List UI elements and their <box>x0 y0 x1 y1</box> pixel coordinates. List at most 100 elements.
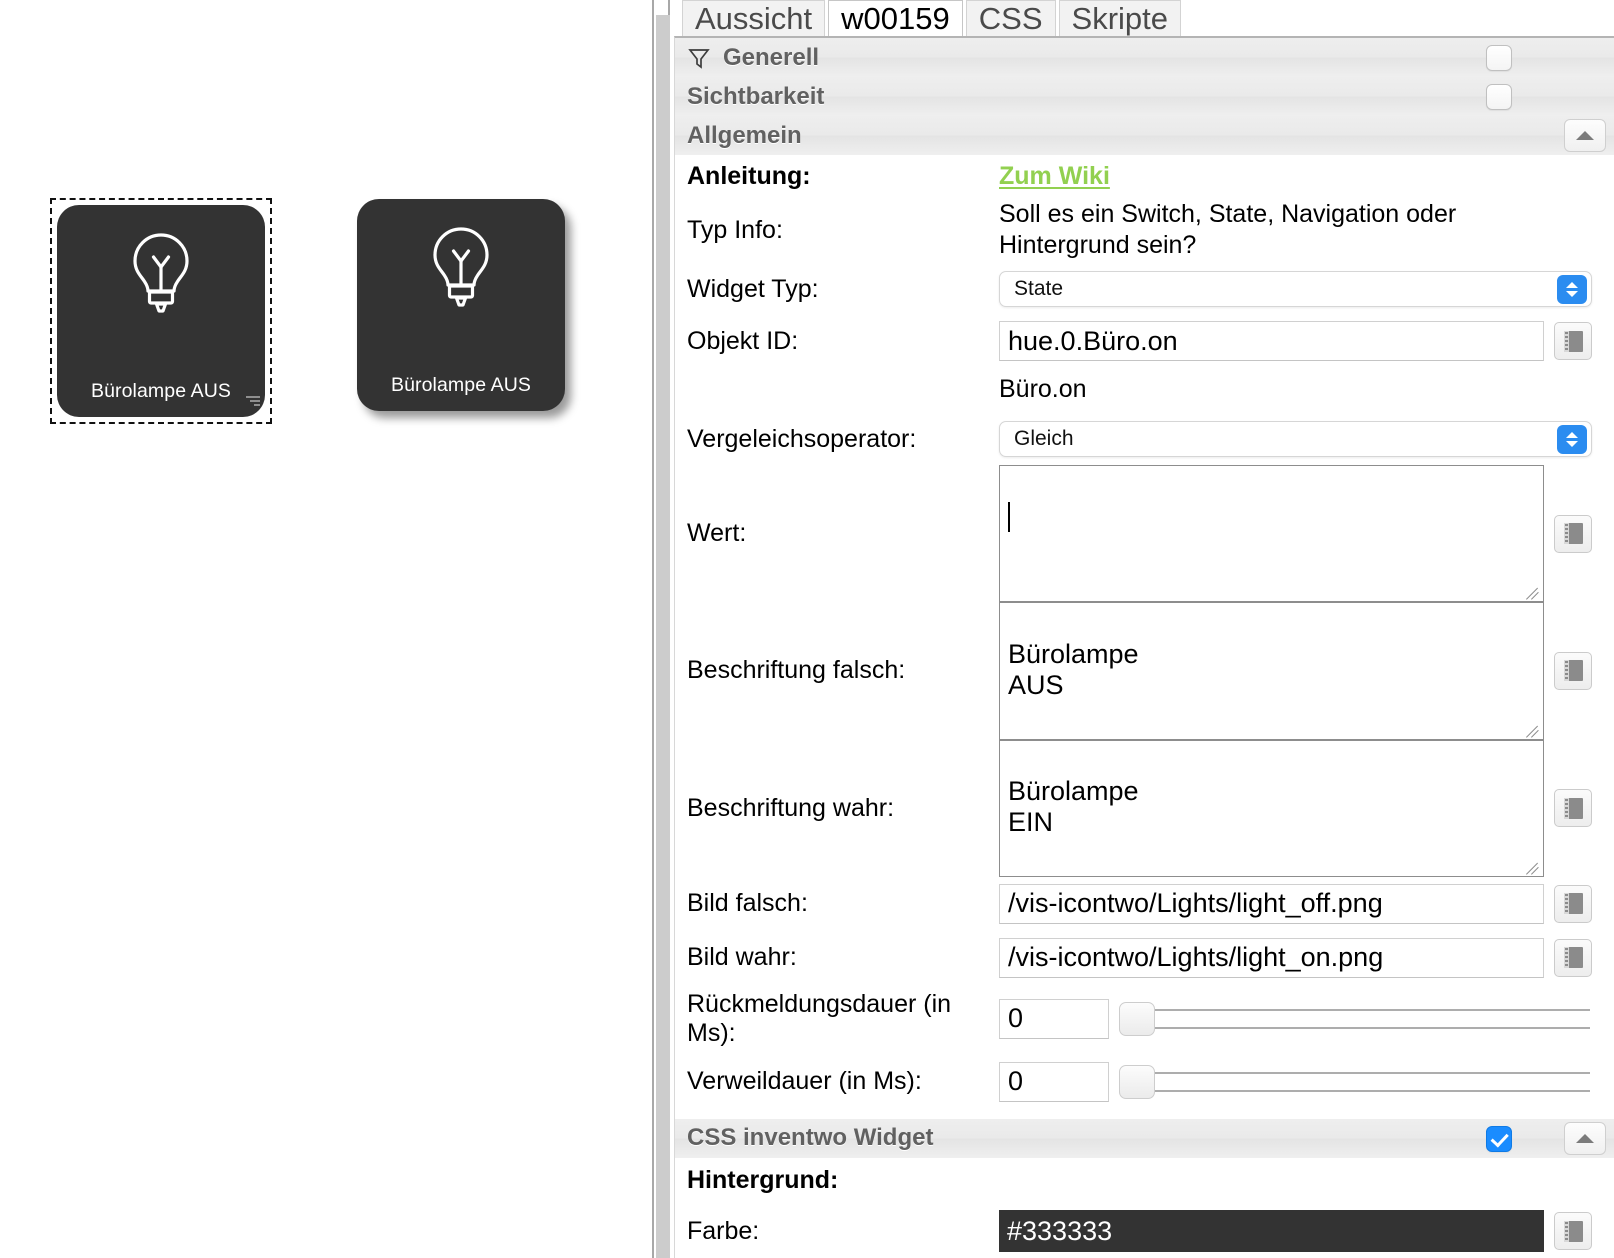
object-browser-icon <box>1563 947 1583 969</box>
lightbulb-icon <box>57 231 265 317</box>
beschriftung-falsch-browse-button[interactable] <box>1554 651 1592 690</box>
row-anleitung: Anleitung: Zum Wiki <box>675 155 1614 197</box>
widget-typ-select[interactable]: State <box>999 271 1592 307</box>
section-title: Allgemein <box>687 121 802 149</box>
row-farbe: Farbe: #333333 <box>675 1204 1614 1258</box>
funnel-icon <box>687 46 711 70</box>
object-browser-icon <box>1563 1220 1583 1242</box>
wert-browse-button[interactable] <box>1554 514 1592 553</box>
row-rueckmeldungsdauer: Rückmeldungsdauer (in Ms): 0 <box>675 985 1614 1053</box>
chevron-up-icon[interactable] <box>1564 119 1606 152</box>
bild-falsch-browse-button[interactable] <box>1554 884 1592 923</box>
row-objekt-id: Objekt ID: hue.0.Büro.on <box>675 315 1614 367</box>
label-anleitung: Anleitung: <box>687 161 811 190</box>
textarea-resize-grip[interactable] <box>1526 860 1541 875</box>
resize-grip[interactable] <box>244 396 260 412</box>
label-bild-wahr: Bild wahr: <box>687 943 797 972</box>
beschriftung-falsch-value: Bürolampe AUS <box>1008 638 1139 700</box>
css-inventwo-checkbox[interactable] <box>1486 1125 1512 1152</box>
label-vergleichsoperator: Vergeleichsoperator: <box>687 424 917 453</box>
verweildauer-input[interactable]: 0 <box>999 1061 1109 1102</box>
farbe-input[interactable]: #333333 <box>999 1210 1544 1253</box>
object-browser-icon <box>1563 330 1583 352</box>
chevron-up-icon[interactable] <box>1564 1121 1606 1155</box>
vergleichsoperator-value: Gleich <box>1014 427 1074 450</box>
widget-typ-value: State <box>1014 277 1064 300</box>
widget-preview-selected[interactable]: Bürolampe AUS <box>50 198 272 424</box>
label-beschriftung-falsch: Beschriftung falsch: <box>687 656 906 685</box>
beschriftung-wahr-browse-button[interactable] <box>1554 789 1592 828</box>
widget-tile[interactable]: Bürolampe AUS <box>57 205 265 417</box>
label-objekt-id: Objekt ID: <box>687 326 799 355</box>
panel-body: Generell Sichtbarkeit Allgemein Anleitun… <box>674 36 1614 1258</box>
verweildauer-slider[interactable] <box>1119 1063 1590 1101</box>
label-typ-info: Typ Info: <box>687 215 783 244</box>
objekt-id-input[interactable]: hue.0.Büro.on <box>999 321 1544 361</box>
chevron-updown-icon[interactable] <box>1557 425 1587 454</box>
label-verweildauer: Verweildauer (in Ms): <box>687 1067 922 1096</box>
row-hintergrund: Hintergrund: <box>675 1158 1614 1204</box>
label-bild-falsch: Bild falsch: <box>687 889 808 918</box>
label-hintergrund: Hintergrund: <box>687 1166 839 1195</box>
slider-track[interactable] <box>1154 1008 1590 1029</box>
label-wert: Wert: <box>687 519 747 548</box>
scrollbar-thumb[interactable] <box>656 15 670 1258</box>
section-title: Sichtbarkeit <box>687 82 825 110</box>
widget-properties-panel: Aussicht w00159 CSS Skripte Generell Sic… <box>674 0 1614 1258</box>
row-bild-wahr: Bild wahr: /vis-icontwo/Lights/light_on.… <box>675 931 1614 985</box>
beschriftung-wahr-value: Bürolampe EIN <box>1008 775 1139 838</box>
farbe-browse-button[interactable] <box>1554 1212 1592 1251</box>
row-vergleichsoperator: Vergeleichsoperator: Gleich <box>675 413 1614 465</box>
row-typ-info: Typ Info: Soll es ein Switch, State, Nav… <box>675 197 1614 263</box>
row-verweildauer: Verweildauer (in Ms): 0 <box>675 1053 1614 1111</box>
row-wert: Wert: <box>675 465 1614 603</box>
tab-skripte[interactable]: Skripte <box>1058 0 1181 36</box>
object-browser-icon <box>1563 797 1583 819</box>
vertical-scrollbar[interactable] <box>652 0 670 1258</box>
generell-checkbox[interactable] <box>1486 45 1512 71</box>
tab-css[interactable]: CSS <box>965 0 1056 36</box>
bild-falsch-input[interactable]: /vis-icontwo/Lights/light_off.png <box>999 883 1544 924</box>
widget-label: Bürolampe AUS <box>90 380 232 402</box>
wert-textarea[interactable] <box>999 465 1544 603</box>
section-title: Generell <box>723 43 820 71</box>
slider-track[interactable] <box>1154 1071 1590 1092</box>
zum-wiki-link[interactable]: Zum Wiki <box>999 162 1110 191</box>
beschriftung-wahr-textarea[interactable]: Bürolampe EIN <box>999 739 1544 877</box>
sichtbarkeit-checkbox[interactable] <box>1486 84 1512 110</box>
label-widget-typ: Widget Typ: <box>687 274 819 303</box>
vergleichsoperator-select[interactable]: Gleich <box>999 421 1592 457</box>
typ-info-text: Soll es ein Switch, State, Navigation od… <box>999 199 1457 259</box>
tab-w00159[interactable]: w00159 <box>828 0 963 36</box>
rueckmeldungsdauer-input[interactable]: 0 <box>999 998 1109 1039</box>
row-widget-typ: Widget Typ: State <box>675 263 1614 315</box>
tab-aussicht[interactable]: Aussicht <box>682 0 826 36</box>
rueckmeldungsdauer-slider[interactable] <box>1119 1000 1590 1038</box>
object-browser-icon <box>1563 893 1583 915</box>
widget-preview-unselected[interactable]: Bürolampe AUS <box>357 199 565 411</box>
section-header-css-inventwo[interactable]: CSS inventwo Widget <box>675 1118 1614 1158</box>
slider-thumb[interactable] <box>1119 1001 1155 1036</box>
label-rueckmeldungsdauer: Rückmeldungsdauer (in Ms): <box>687 989 952 1047</box>
lightbulb-icon <box>357 225 565 311</box>
widget-tile[interactable]: Bürolampe AUS <box>357 199 565 411</box>
vis-canvas[interactable]: Bürolampe AUS Bürolampe AUS <box>0 0 640 1258</box>
widget-label: Bürolampe AUS <box>390 374 532 396</box>
section-header-generell[interactable]: Generell <box>675 38 1614 77</box>
textarea-resize-grip[interactable] <box>1526 585 1541 600</box>
text-caret <box>1008 502 1010 533</box>
section-header-allgemein[interactable]: Allgemein <box>675 116 1614 155</box>
row-objekt-id-resolved: Büro.on <box>675 367 1614 413</box>
objekt-id-browse-button[interactable] <box>1554 322 1592 360</box>
beschriftung-falsch-textarea[interactable]: Bürolampe AUS <box>999 602 1544 740</box>
row-beschriftung-falsch: Beschriftung falsch: Bürolampe AUS <box>675 602 1614 740</box>
textarea-resize-grip[interactable] <box>1526 723 1541 738</box>
bild-wahr-input[interactable]: /vis-icontwo/Lights/light_on.png <box>999 937 1544 978</box>
section-header-sichtbarkeit[interactable]: Sichtbarkeit <box>675 77 1614 116</box>
tab-bar: Aussicht w00159 CSS Skripte <box>674 0 1614 36</box>
bild-wahr-browse-button[interactable] <box>1554 938 1592 977</box>
slider-thumb[interactable] <box>1119 1064 1155 1099</box>
chevron-updown-icon[interactable] <box>1557 275 1587 304</box>
section-title: CSS inventwo Widget <box>687 1124 934 1152</box>
label-farbe: Farbe: <box>687 1216 760 1245</box>
